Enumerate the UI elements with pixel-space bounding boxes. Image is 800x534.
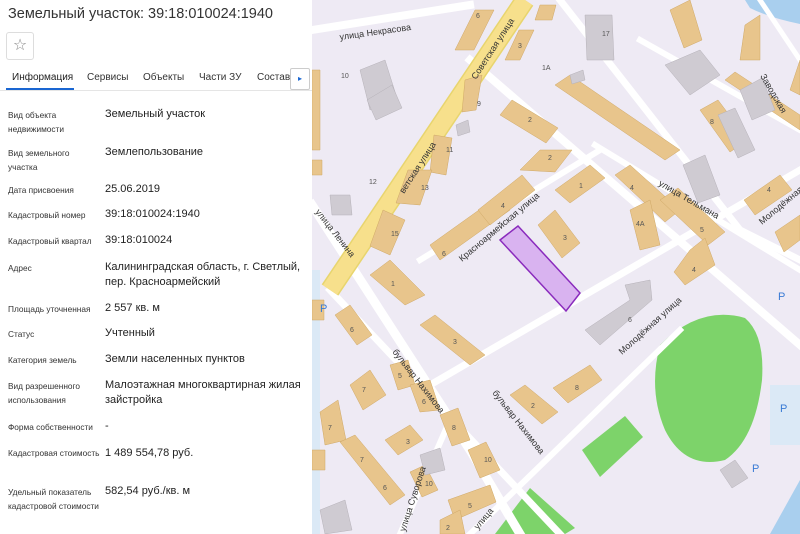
house-number-label: 3 xyxy=(406,439,410,446)
house-number-label: 3 xyxy=(453,339,457,346)
house-number-label: 1 xyxy=(391,281,395,288)
house-number-label: 2 xyxy=(548,155,552,162)
house-number-label: 7 xyxy=(362,387,366,394)
house-number-label: 3 xyxy=(563,235,567,242)
field-value-address: Калининградская область, г. Светлый, пер… xyxy=(105,261,301,288)
house-number-label: 2 xyxy=(531,403,535,410)
tab-parts[interactable]: Части ЗУ xyxy=(199,72,241,83)
house-number-label: 15 xyxy=(391,231,399,238)
house-number-label: 8 xyxy=(710,119,714,126)
field-value-area: 2 557 кв. м xyxy=(105,302,160,314)
field-value-specific-value: 582,54 руб./кв. м xyxy=(105,485,191,497)
field-label-status: Статус xyxy=(8,329,35,339)
house-number-label: 5 xyxy=(398,373,402,380)
house-number-label: 17 xyxy=(602,31,610,38)
field-value-object-type: Земельный участок xyxy=(105,108,206,120)
field-value-ownership: - xyxy=(105,420,109,432)
field-value-cadastral-number: 39:18:010024:1940 xyxy=(105,208,200,220)
house-number-label: 6 xyxy=(383,485,387,492)
field-label-land-type: Вид земельного участка xyxy=(8,148,70,172)
house-number-label: 5 xyxy=(468,503,472,510)
house-number-label: 7 xyxy=(360,457,364,464)
house-number-label: 2 xyxy=(446,525,450,532)
house-number-label: 1 xyxy=(579,183,583,190)
tab-active-indicator xyxy=(6,88,74,90)
house-number-label: 4 xyxy=(692,267,696,274)
field-value-cadastral-quarter: 39:18:010024 xyxy=(105,234,173,246)
parking-icon: P xyxy=(780,403,787,415)
house-number-label: 2 xyxy=(528,117,532,124)
field-label-land-category: Категория земель xyxy=(8,355,77,365)
field-value-assign-date: 25.06.2019 xyxy=(105,183,161,195)
house-number-label: 4 xyxy=(501,203,505,210)
house-number-label: 10 xyxy=(341,73,349,80)
house-number-label: 3 xyxy=(518,43,522,50)
tab-objects[interactable]: Объекты xyxy=(143,72,184,83)
house-number-label: 6 xyxy=(476,13,480,20)
field-label-cadastral-value: Кадастровая стоимость xyxy=(8,448,100,458)
tab-bar: Информация Сервисы Объекты Части ЗУ Сост… xyxy=(0,68,312,91)
parking-icon: P xyxy=(778,291,785,303)
tab-scroll-right-icon[interactable]: ▸ xyxy=(290,68,310,90)
house-number-label: 11 xyxy=(446,147,453,154)
house-number-label: 1А xyxy=(542,65,551,72)
field-value-status: Учтенный xyxy=(105,327,155,339)
parking-icon: P xyxy=(752,463,759,475)
field-value-land-category: Земли населенных пунктов xyxy=(105,353,245,365)
house-number-label: 6 xyxy=(442,251,446,258)
parking-icon: P xyxy=(320,303,327,315)
house-number-label: 6 xyxy=(350,327,354,334)
field-value-cadastral-value: 1 489 554,78 руб. xyxy=(105,447,194,459)
house-number-label: 6 xyxy=(628,317,632,324)
house-number-label: 10 xyxy=(484,457,492,464)
house-number-label: 12 xyxy=(369,179,377,186)
field-value-land-type: Землепользование xyxy=(105,146,204,158)
house-number-label: 4 xyxy=(767,187,771,194)
field-label-cadastral-number: Кадастровый номер xyxy=(8,210,86,220)
field-value-permitted-use: Малоэтажная многоквартирная жилая зайстр… xyxy=(105,379,301,406)
house-number-label: 7 xyxy=(328,425,332,432)
tab-composition[interactable]: Состав xyxy=(257,72,290,83)
house-number-label: 8 xyxy=(575,385,579,392)
tab-services[interactable]: Сервисы xyxy=(87,72,128,83)
house-number-label: 4 xyxy=(630,185,634,192)
house-number-label: 13 xyxy=(421,185,429,192)
field-label-address: Адрес xyxy=(8,263,32,273)
field-label-assign-date: Дата присвоения xyxy=(8,185,74,195)
field-label-object-type: Вид объекта недвижимости xyxy=(8,110,64,134)
house-number-label: 5 xyxy=(700,227,704,234)
house-number-label: 6 xyxy=(422,399,426,406)
page-title: Земельный участок: 39:18:010024:1940 xyxy=(8,6,273,22)
tab-info[interactable]: Информация xyxy=(12,72,73,83)
map-view[interactable]: P P P P улица Некрасова Советская улица … xyxy=(312,0,800,534)
field-label-specific-value: Удельный показатель кадастровой стоимост… xyxy=(8,487,99,511)
field-label-area: Площадь уточненная xyxy=(8,304,91,314)
field-label-cadastral-quarter: Кадастровый квартал xyxy=(8,236,92,246)
house-number-label: 9 xyxy=(477,101,481,108)
field-label-permitted-use: Вид разрешенного использования xyxy=(8,381,80,405)
star-icon[interactable]: ☆ xyxy=(6,32,34,60)
house-number-label: 4А xyxy=(636,221,645,228)
field-label-ownership: Форма собственности xyxy=(8,422,93,432)
house-number-label: 10 xyxy=(425,481,433,488)
info-panel: Земельный участок: 39:18:010024:1940 ☆ И… xyxy=(0,0,312,534)
house-number-label: 8 xyxy=(452,425,456,432)
